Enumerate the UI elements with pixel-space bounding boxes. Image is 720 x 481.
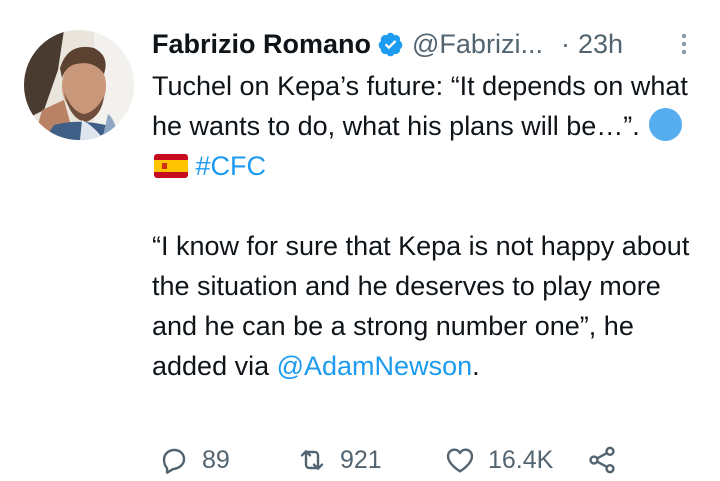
blue-circle-emoji-icon: [649, 108, 683, 141]
like-count: 16.4K: [488, 445, 554, 474]
mention-link[interactable]: @AdamNewson: [277, 351, 473, 381]
tweet-text-paragraph-1: Tuchel on Kepa’s future: “It depends on …: [152, 71, 688, 141]
tweet-timestamp[interactable]: 23h: [578, 29, 623, 60]
retweet-button[interactable]: 921: [296, 444, 444, 476]
verified-badge-icon: [378, 32, 403, 56]
avatar[interactable]: [24, 30, 134, 140]
share-icon: [589, 446, 615, 474]
author-handle[interactable]: @Fabrizi...: [412, 29, 543, 60]
tweet-text: Tuchel on Kepa’s future: “It depends on …: [152, 66, 698, 386]
retweet-count: 921: [340, 445, 382, 474]
tweet-content: Fabrizio Romano @Fabrizi... · 23h Tuchel…: [152, 24, 698, 386]
retweet-icon: [300, 450, 324, 470]
tweet-header: Fabrizio Romano @Fabrizi... · 23h: [152, 24, 698, 64]
spain-flag-emoji-icon: [154, 154, 188, 178]
tweet-text-end: .: [472, 351, 480, 381]
like-button[interactable]: 16.4K: [444, 444, 586, 476]
tweet[interactable]: Fabrizio Romano @Fabrizi... · 23h Tuchel…: [0, 0, 720, 481]
heart-icon: [446, 448, 474, 473]
author-name[interactable]: Fabrizio Romano: [152, 29, 371, 60]
separator-dot: ·: [560, 28, 570, 59]
reply-icon: [162, 448, 186, 474]
tweet-actions: 89 921 16.4K: [152, 440, 618, 480]
more-options-icon[interactable]: [674, 32, 694, 56]
reply-button[interactable]: 89: [158, 444, 296, 476]
share-button[interactable]: [586, 444, 618, 476]
hashtag-link[interactable]: #CFC: [196, 151, 267, 181]
reply-count: 89: [202, 445, 230, 474]
